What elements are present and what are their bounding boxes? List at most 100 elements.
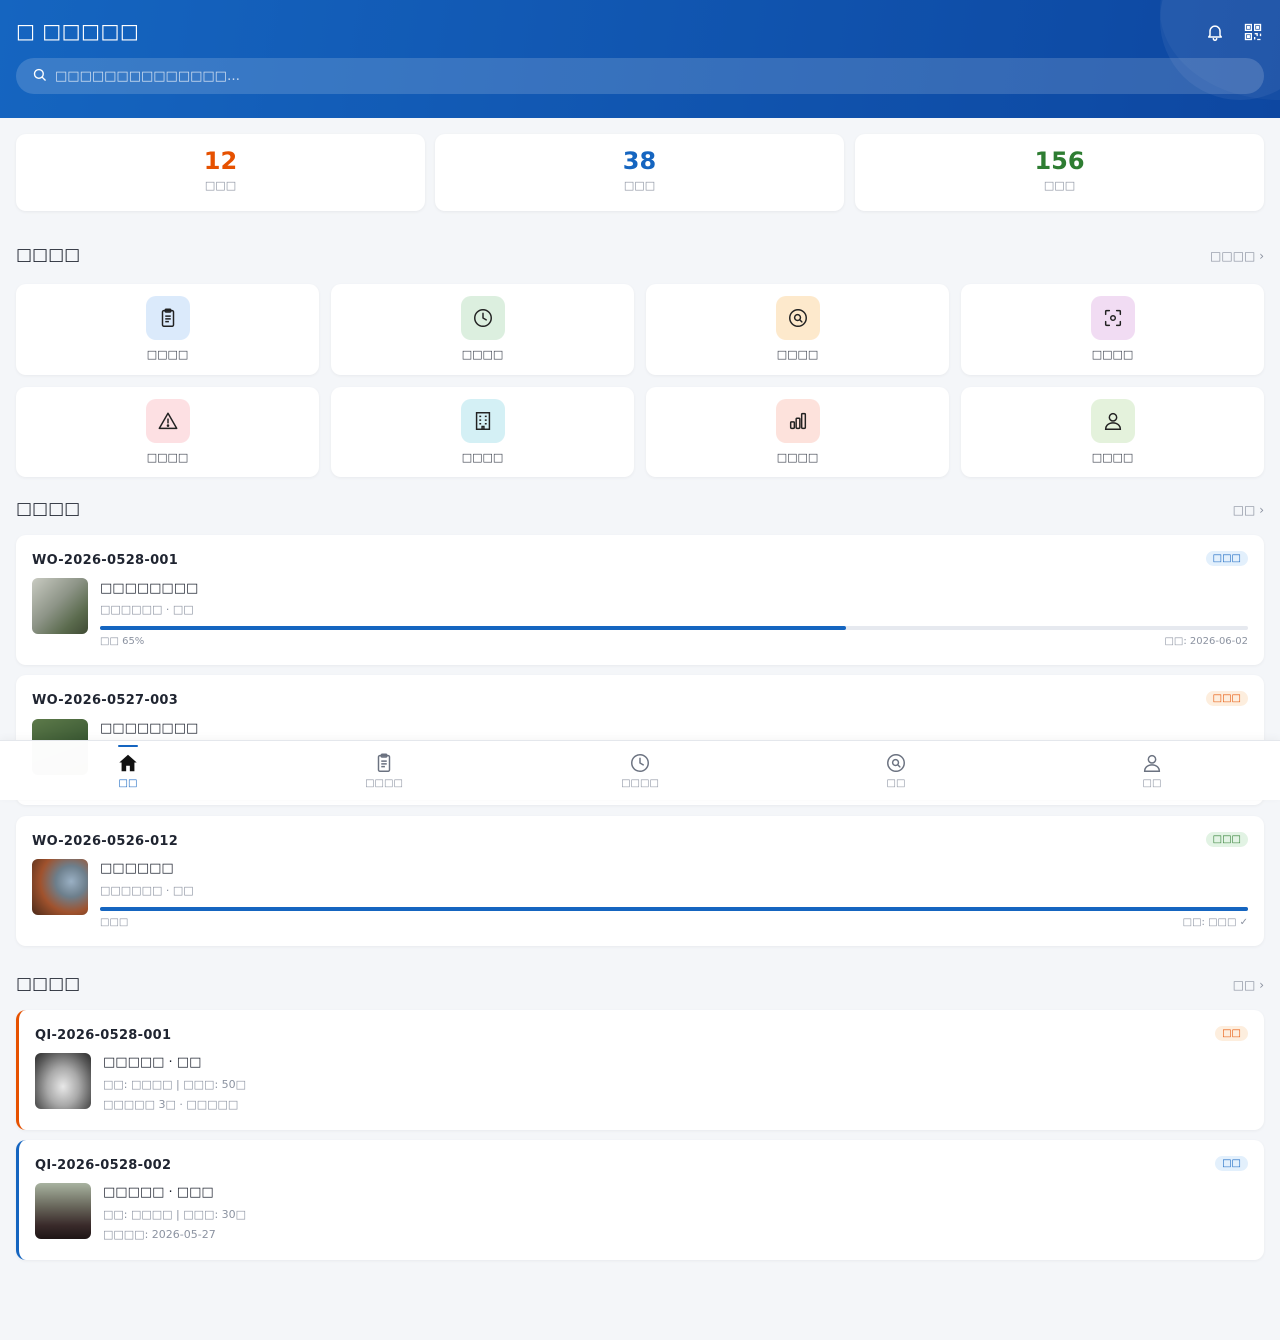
user-icon [1140, 751, 1164, 775]
clock-icon [460, 296, 505, 340]
quick-tile[interactable]: □□□□ [646, 387, 949, 477]
active-tab-indicator [118, 745, 138, 747]
workorder-title: □□□□□□□□ [100, 581, 199, 596]
quality-title: □□□□□ · □□□ [103, 1185, 214, 1200]
quick-tile[interactable]: □□□□ [331, 284, 634, 375]
app-title: □ □□□□□ [16, 19, 140, 43]
tab-label: □□□□ [621, 778, 659, 789]
stat-value: 38 [622, 147, 657, 175]
scan-icon [1090, 296, 1135, 340]
quick-tile-label: □□□□ [776, 348, 819, 361]
quality-code: QI-2026-0528-002 [35, 1158, 172, 1173]
quick-tile-label: □□□□ [1091, 348, 1134, 361]
progress-text: □□ 65% [100, 636, 145, 647]
clipboard-icon [145, 296, 190, 340]
quality-thumbnail [35, 1053, 91, 1109]
status-badge: □□ [1215, 1156, 1248, 1171]
tab-home[interactable]: □□ [0, 741, 256, 801]
due-date: □□: □□□ ✓ [1182, 917, 1248, 928]
quality-more-link[interactable]: □□ › [1233, 978, 1264, 992]
quick-tile[interactable]: □□□□ [961, 284, 1264, 375]
quick-tile-label: □□□□ [461, 451, 504, 464]
workorder-thumbnail [32, 859, 88, 915]
quick-tile-label: □□□□ [146, 451, 189, 464]
stat-value: 156 [1034, 147, 1085, 175]
quick-tile[interactable]: □□□□ [646, 284, 949, 375]
quality-code: QI-2026-0528-001 [35, 1028, 172, 1043]
quick-tile[interactable]: □□□□ [16, 284, 319, 375]
quick-tile-label: □□□□ [146, 348, 189, 361]
search-circle-icon [884, 751, 908, 775]
progress-fill [100, 907, 1248, 911]
search-input[interactable] [55, 68, 1235, 84]
quality-detail: □□: □□□□ | □□□: 30□ [103, 1208, 247, 1221]
stat-label: □□□ [1043, 179, 1076, 192]
tab-workorders[interactable]: □□□□ [256, 741, 512, 801]
status-badge: □□ [1215, 1026, 1248, 1041]
bell-icon[interactable] [1203, 20, 1227, 44]
quality-card[interactable]: QI-2026-0528-001 □□ □□□□□ · □□ □□: □□□□ … [16, 1010, 1264, 1130]
search-circle-icon [775, 296, 820, 340]
stat-card[interactable]: 38 □□□ [435, 134, 844, 211]
quick-tile[interactable]: □□□□ [331, 387, 634, 477]
user-icon [1090, 399, 1135, 443]
clipboard-icon [372, 751, 396, 775]
quality-title: □□□□□ · □□ [103, 1055, 202, 1070]
tab-label: □□ [886, 778, 906, 789]
workorder-subtitle: □□□□□□ · □□ [100, 884, 194, 897]
section-title-quick: □□□□ [16, 245, 81, 265]
clock-icon [628, 751, 652, 775]
workorder-card[interactable]: WO-2026-0528-001 □□□ □□□□□□□□ □□□□□□ · □… [16, 535, 1264, 665]
quick-tile[interactable]: □□□□ [16, 387, 319, 477]
workorder-title: □□□□□□ [100, 861, 174, 876]
progress-fill [100, 626, 847, 630]
workorder-thumbnail [32, 578, 88, 634]
quick-more-link[interactable]: □□□□ › [1210, 249, 1264, 263]
tab-profile[interactable]: □□ [1024, 741, 1280, 801]
bottom-tab-bar: □□ □□□□ □□□□ □□ □□ [0, 740, 1280, 800]
quality-card[interactable]: QI-2026-0528-002 □□ □□□□□ · □□□ □□: □□□□… [16, 1140, 1264, 1260]
quality-detail: □□: □□□□ | □□□: 50□ [103, 1078, 247, 1091]
building-icon [460, 399, 505, 443]
tab-label: □□□□ [365, 778, 403, 789]
tab-inspect[interactable]: □□ [768, 741, 1024, 801]
progress-bar [100, 907, 1248, 911]
workorder-code: WO-2026-0528-001 [32, 553, 179, 568]
stat-card[interactable]: 12 □□□ [16, 134, 425, 211]
search-bar[interactable] [16, 58, 1264, 94]
workorder-code: WO-2026-0527-003 [32, 693, 179, 708]
due-date: □□: 2026-06-02 [1164, 636, 1248, 647]
quality-note: □□□□: 2026-05-27 [103, 1228, 216, 1241]
quick-tile[interactable]: □□□□ [961, 387, 1264, 477]
progress-text: □□□ [100, 917, 129, 928]
quick-tile-label: □□□□ [776, 451, 819, 464]
quality-note: □□□□□ 3□ · □□□□□ [103, 1098, 239, 1111]
app-header: □ □□□□□ [0, 0, 1280, 118]
quick-tile-label: □□□□ [461, 348, 504, 361]
status-badge: □□□ [1205, 691, 1248, 706]
quick-tile-label: □□□□ [1091, 451, 1134, 464]
workorder-title: □□□□□□□□ [100, 721, 199, 736]
section-title-quality: □□□□ [16, 974, 81, 994]
status-badge: □□□ [1205, 832, 1248, 847]
bar-chart-icon [775, 399, 820, 443]
quality-thumbnail [35, 1183, 91, 1239]
tab-label: □□ [118, 778, 138, 789]
search-icon [32, 67, 47, 86]
stat-card[interactable]: 156 □□□ [855, 134, 1264, 211]
home-icon [116, 751, 140, 775]
tab-label: □□ [1142, 778, 1162, 789]
warning-icon [145, 399, 190, 443]
tab-history[interactable]: □□□□ [512, 741, 768, 801]
progress-bar [100, 626, 1248, 630]
workorder-subtitle: □□□□□□ · □□ [100, 603, 194, 616]
stat-label: □□□ [623, 179, 656, 192]
workorder-card[interactable]: WO-2026-0526-012 □□□ □□□□□□ □□□□□□ · □□ … [16, 816, 1264, 946]
section-title-workorders: □□□□ [16, 499, 81, 519]
qr-code-icon[interactable] [1241, 20, 1265, 44]
workorder-code: WO-2026-0526-012 [32, 834, 179, 849]
status-badge: □□□ [1205, 551, 1248, 566]
stat-value: 12 [203, 147, 238, 175]
workorders-more-link[interactable]: □□ › [1233, 503, 1264, 517]
stat-label: □□□ [204, 179, 237, 192]
